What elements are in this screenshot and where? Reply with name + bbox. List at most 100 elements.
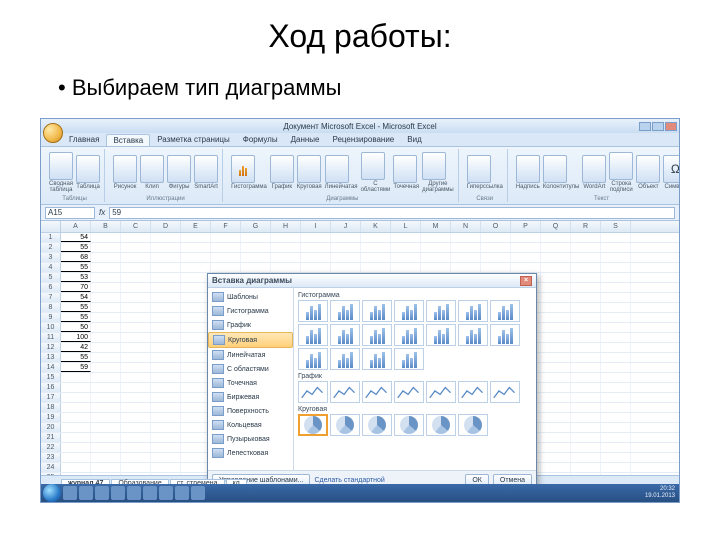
cell[interactable]: 53 bbox=[61, 273, 91, 282]
cell[interactable] bbox=[91, 253, 121, 262]
row-header[interactable]: 17 bbox=[41, 393, 61, 402]
cell[interactable]: 54 bbox=[61, 293, 91, 302]
cell[interactable] bbox=[481, 243, 511, 252]
cell[interactable] bbox=[211, 233, 241, 242]
chart-subtype-thumb[interactable] bbox=[362, 381, 392, 403]
list-scatter[interactable]: Точечная bbox=[208, 376, 293, 390]
cell[interactable] bbox=[601, 363, 631, 372]
chart-subtype-thumb[interactable] bbox=[298, 381, 328, 403]
cell[interactable] bbox=[241, 263, 271, 272]
chart-subtype-thumb[interactable] bbox=[490, 381, 520, 403]
cell[interactable] bbox=[541, 253, 571, 262]
cell[interactable] bbox=[151, 233, 181, 242]
cell[interactable] bbox=[331, 243, 361, 252]
cell[interactable]: 55 bbox=[61, 263, 91, 272]
cell[interactable] bbox=[121, 433, 151, 442]
ribbon-tab-home[interactable]: Главная bbox=[63, 134, 105, 145]
cell[interactable] bbox=[451, 233, 481, 242]
taskbar-icon[interactable] bbox=[79, 486, 93, 500]
cell[interactable] bbox=[301, 243, 331, 252]
chart-subtype-thumb[interactable] bbox=[426, 300, 456, 322]
wordart-icon[interactable] bbox=[582, 155, 606, 183]
cell[interactable] bbox=[61, 463, 91, 472]
chart-subtype-thumb[interactable] bbox=[330, 324, 360, 346]
cell[interactable] bbox=[601, 243, 631, 252]
row-header[interactable]: 7 bbox=[41, 293, 61, 302]
cell[interactable] bbox=[541, 303, 571, 312]
col-J[interactable]: J bbox=[331, 221, 361, 232]
col-A[interactable]: A bbox=[61, 221, 91, 232]
cell[interactable] bbox=[121, 283, 151, 292]
chart-subtype-thumb[interactable] bbox=[362, 324, 392, 346]
cell[interactable] bbox=[121, 333, 151, 342]
cell[interactable] bbox=[121, 353, 151, 362]
cell[interactable] bbox=[181, 243, 211, 252]
col-H[interactable]: H bbox=[271, 221, 301, 232]
cell[interactable] bbox=[151, 303, 181, 312]
taskbar-icon[interactable] bbox=[127, 486, 141, 500]
list-doughnut[interactable]: Кольцевая bbox=[208, 418, 293, 432]
list-templates[interactable]: Шаблоны bbox=[208, 290, 293, 304]
cell[interactable] bbox=[421, 233, 451, 242]
list-pie[interactable]: Круговая bbox=[208, 332, 293, 348]
ribbon-tab-insert[interactable]: Вставка bbox=[106, 134, 150, 146]
cell[interactable] bbox=[151, 273, 181, 282]
cell[interactable] bbox=[511, 243, 541, 252]
cell[interactable] bbox=[271, 243, 301, 252]
cell[interactable] bbox=[151, 413, 181, 422]
ribbon-tab-formulas[interactable]: Формулы bbox=[237, 134, 284, 145]
cell[interactable] bbox=[121, 373, 151, 382]
cell[interactable] bbox=[121, 263, 151, 272]
cell[interactable] bbox=[151, 443, 181, 452]
ribbon-tab-view[interactable]: Вид bbox=[401, 134, 427, 145]
cell[interactable] bbox=[121, 453, 151, 462]
ribbon-tab-review[interactable]: Рецензирование bbox=[326, 134, 400, 145]
cell[interactable] bbox=[91, 463, 121, 472]
cell[interactable] bbox=[91, 343, 121, 352]
cell[interactable] bbox=[211, 253, 241, 262]
select-all-corner[interactable] bbox=[41, 221, 61, 232]
cell[interactable] bbox=[211, 263, 241, 272]
cell[interactable] bbox=[571, 313, 601, 322]
row-header[interactable]: 20 bbox=[41, 423, 61, 432]
col-N[interactable]: N bbox=[451, 221, 481, 232]
bar-chart-icon[interactable] bbox=[325, 155, 349, 183]
cell[interactable] bbox=[91, 293, 121, 302]
office-button[interactable] bbox=[43, 123, 63, 143]
cell[interactable] bbox=[151, 433, 181, 442]
scatter-chart-icon[interactable] bbox=[393, 155, 417, 183]
cell[interactable] bbox=[541, 363, 571, 372]
cell[interactable] bbox=[571, 403, 601, 412]
cell[interactable] bbox=[571, 243, 601, 252]
cell[interactable] bbox=[601, 253, 631, 262]
signature-icon[interactable] bbox=[609, 152, 633, 180]
cell[interactable] bbox=[481, 253, 511, 262]
cell[interactable] bbox=[421, 243, 451, 252]
chart-subtype-thumb[interactable] bbox=[330, 300, 360, 322]
cell[interactable] bbox=[211, 243, 241, 252]
cell[interactable] bbox=[541, 243, 571, 252]
cell[interactable] bbox=[571, 283, 601, 292]
cell[interactable] bbox=[481, 233, 511, 242]
cell[interactable] bbox=[541, 333, 571, 342]
row-header[interactable]: 25 bbox=[41, 473, 61, 475]
cell[interactable] bbox=[601, 383, 631, 392]
pivot-table-icon[interactable] bbox=[49, 152, 73, 180]
cell[interactable] bbox=[91, 263, 121, 272]
cell[interactable] bbox=[601, 403, 631, 412]
cell[interactable] bbox=[541, 383, 571, 392]
minimize-button[interactable] bbox=[639, 122, 651, 131]
cell[interactable] bbox=[301, 263, 331, 272]
line-chart-icon[interactable] bbox=[270, 155, 294, 183]
taskbar-icon[interactable] bbox=[191, 486, 205, 500]
cell[interactable]: 55 bbox=[61, 353, 91, 362]
cell[interactable] bbox=[571, 453, 601, 462]
chart-subtype-thumb[interactable] bbox=[394, 324, 424, 346]
cell[interactable] bbox=[601, 413, 631, 422]
cell[interactable] bbox=[241, 233, 271, 242]
chart-subtype-thumb[interactable] bbox=[298, 348, 328, 370]
row-header[interactable]: 18 bbox=[41, 403, 61, 412]
row-header[interactable]: 9 bbox=[41, 313, 61, 322]
row-header[interactable]: 21 bbox=[41, 433, 61, 442]
set-default-link[interactable]: Сделать стандартной bbox=[314, 477, 384, 484]
